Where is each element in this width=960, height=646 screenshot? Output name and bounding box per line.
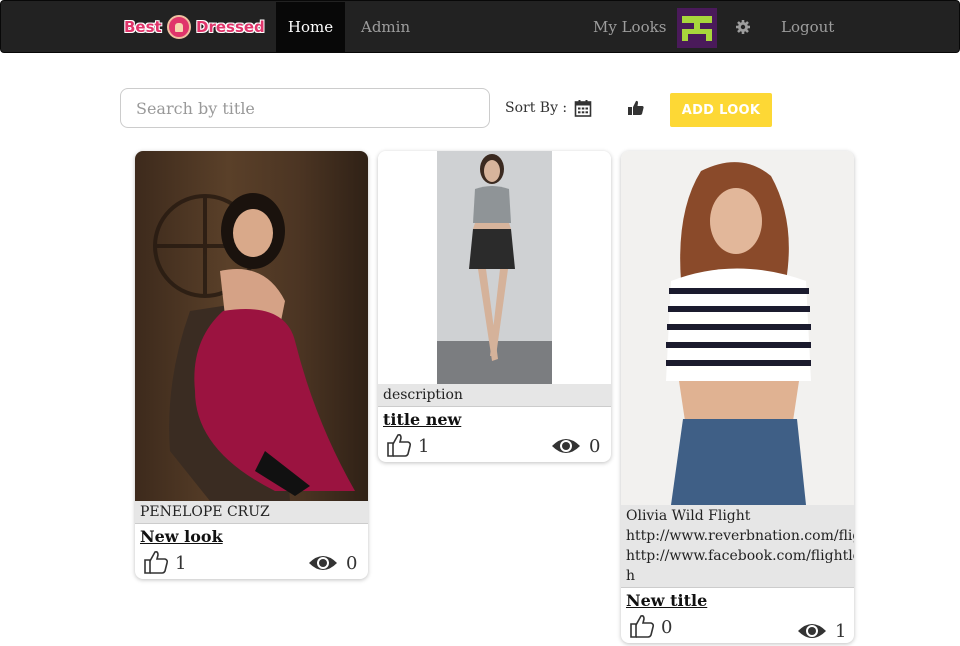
like-icon[interactable] bbox=[629, 613, 655, 639]
like-icon[interactable] bbox=[386, 432, 412, 458]
eye-icon bbox=[309, 556, 337, 570]
brand-word-best: Best bbox=[124, 18, 162, 36]
nav-admin[interactable]: Admin bbox=[361, 2, 410, 52]
thumbs-up-icon[interactable] bbox=[627, 99, 645, 117]
avatar[interactable] bbox=[677, 8, 717, 48]
look-card[interactable]: PENELOPE CRUZ New look 1 0 bbox=[135, 151, 368, 579]
brand-seal-icon bbox=[167, 15, 191, 39]
look-description: Olivia Wild Flight http://www.reverbnati… bbox=[621, 505, 854, 588]
look-description-line: http://www.reverbnation.com/fligh bbox=[626, 528, 854, 544]
look-stats: 1 0 bbox=[135, 547, 368, 577]
look-description-line: Olivia Wild Flight bbox=[626, 508, 751, 524]
eye-icon bbox=[798, 624, 826, 638]
sort-by-label: Sort By : bbox=[505, 100, 568, 116]
look-title-link[interactable]: title new bbox=[378, 407, 611, 430]
nav-home[interactable]: Home bbox=[276, 2, 345, 52]
look-photo[interactable] bbox=[621, 151, 854, 505]
look-card[interactable]: Olivia Wild Flight http://www.reverbnati… bbox=[621, 151, 854, 643]
brand-word-dressed: Dressed bbox=[196, 18, 265, 36]
add-look-button[interactable]: ADD LOOK bbox=[670, 93, 772, 127]
search-input[interactable] bbox=[120, 88, 490, 128]
look-photo-illustration bbox=[666, 162, 811, 505]
view-count: 0 bbox=[346, 553, 358, 574]
like-count: 1 bbox=[175, 553, 187, 574]
like-count: 0 bbox=[661, 617, 673, 638]
look-card[interactable]: description title new 1 0 bbox=[378, 151, 611, 462]
eye-icon bbox=[552, 439, 580, 453]
gear-icon[interactable] bbox=[735, 19, 751, 35]
look-photo-illustration bbox=[153, 193, 355, 501]
brand-logo[interactable]: Best Dressed bbox=[124, 15, 265, 41]
like-count: 1 bbox=[418, 436, 430, 457]
look-title-link[interactable]: New title bbox=[621, 588, 854, 611]
like-icon[interactable] bbox=[143, 549, 169, 575]
look-photo-illustration bbox=[437, 151, 552, 384]
look-title-link[interactable]: New look bbox=[135, 524, 368, 547]
view-count: 0 bbox=[589, 436, 601, 457]
look-description-line: h bbox=[626, 568, 636, 584]
look-stats: 0 1 bbox=[621, 611, 854, 642]
nav-my-looks[interactable]: My Looks bbox=[593, 2, 666, 52]
look-description: description bbox=[378, 384, 611, 407]
look-photo[interactable] bbox=[135, 151, 368, 501]
look-stats: 1 0 bbox=[378, 430, 611, 460]
navbar: Best Dressed Home Admin My Looks Logout bbox=[0, 0, 960, 53]
look-photo[interactable] bbox=[378, 151, 611, 384]
look-description: PENELOPE CRUZ bbox=[135, 501, 368, 524]
view-count: 1 bbox=[835, 621, 847, 642]
calendar-icon[interactable] bbox=[574, 99, 592, 117]
look-description-line: http://www.facebook.com/flightlos bbox=[626, 548, 854, 564]
nav-logout[interactable]: Logout bbox=[781, 2, 834, 52]
